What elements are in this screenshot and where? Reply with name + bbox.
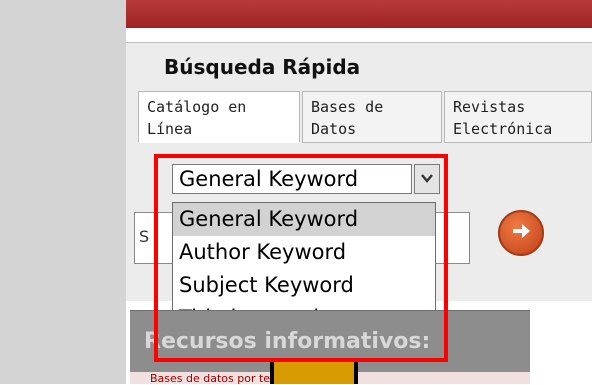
tab-revistas-line1: Revistas: [453, 98, 526, 116]
banner-spacer: [126, 28, 592, 42]
option-author-keyword[interactable]: Author Keyword: [173, 236, 435, 269]
tab-bases-line2: Datos: [311, 120, 357, 138]
tab-catalogo[interactable]: Catálogo en Línea: [138, 91, 300, 143]
tab-bases-line1: Bases de: [311, 98, 384, 116]
quick-search-title: Búsqueda Rápida: [164, 55, 361, 79]
select-dropdown-button[interactable]: [414, 164, 440, 194]
option-subject-keyword[interactable]: Subject Keyword: [173, 269, 435, 302]
tab-catalogo-line2: Línea: [147, 120, 193, 138]
search-input-value: S: [139, 227, 150, 246]
option-general-keyword[interactable]: General Keyword: [173, 203, 435, 236]
tab-bases-de-datos[interactable]: Bases de Datos: [302, 91, 442, 143]
chevron-down-icon: [421, 171, 433, 187]
tab-revistas[interactable]: Revistas Electrónica: [444, 91, 592, 143]
tab-catalogo-line1: Catálogo en: [147, 98, 247, 116]
search-type-select[interactable]: General Keyword: [172, 164, 412, 194]
tab-revistas-line2: Electrónica: [453, 120, 553, 138]
cursor-overlay-block: [270, 360, 358, 384]
search-go-button[interactable]: [498, 210, 544, 256]
header-banner: [126, 0, 592, 28]
left-gutter: [0, 0, 126, 384]
arrow-right-circle-icon: [509, 219, 533, 247]
